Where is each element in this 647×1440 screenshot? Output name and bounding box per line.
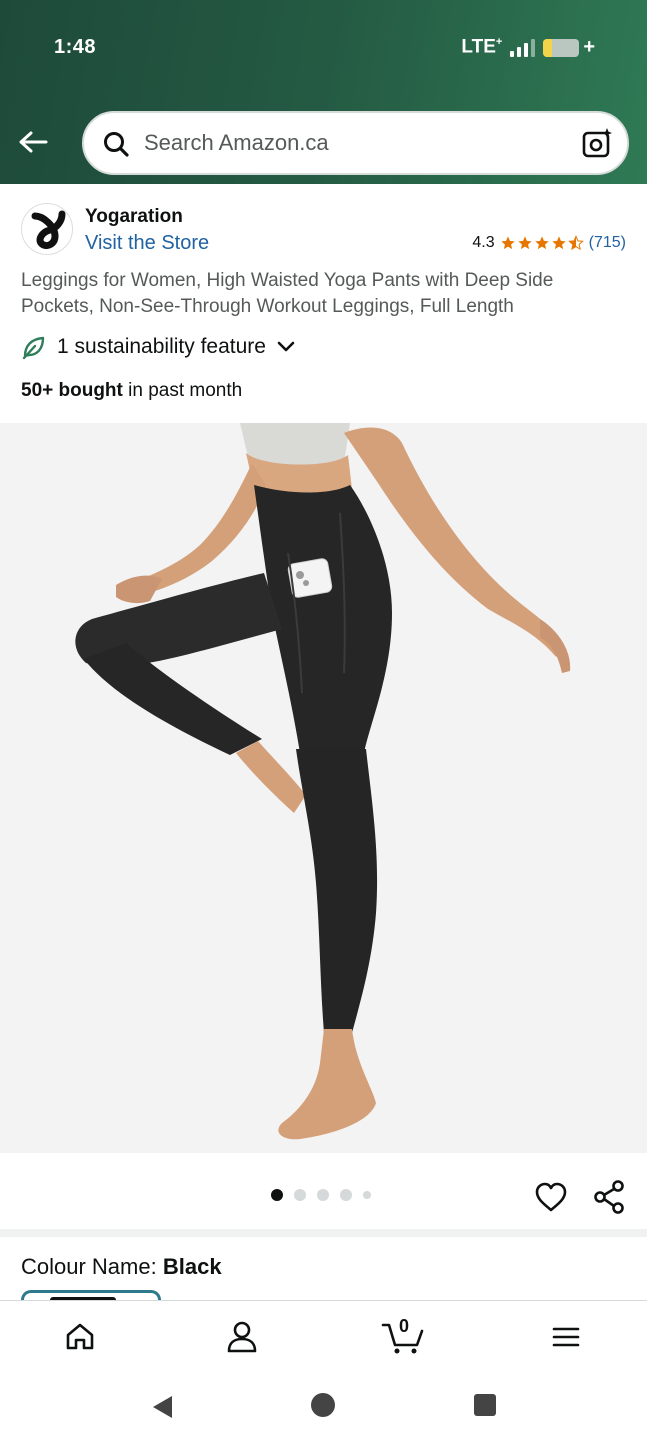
share-icon[interactable]: [592, 1179, 626, 1215]
system-back-icon[interactable]: [150, 1394, 174, 1420]
brand-row: Yogaration Visit the Store 4.3 (715): [0, 184, 647, 264]
system-home-icon[interactable]: [311, 1393, 335, 1417]
gallery-dot[interactable]: [340, 1189, 352, 1201]
rating-count: (715): [588, 234, 626, 251]
star-icon: [500, 236, 515, 250]
person-icon: [227, 1321, 257, 1353]
rating-summary[interactable]: 4.3 (715): [472, 234, 626, 252]
home-icon: [66, 1323, 94, 1350]
sustainability-toggle[interactable]: 1 sustainability feature: [21, 334, 296, 360]
leaf-icon: [22, 336, 45, 360]
section-divider: [0, 1229, 647, 1237]
search-bar[interactable]: [82, 111, 629, 175]
status-bar: 1:48 LTE+ +: [0, 0, 647, 96]
colour-selector-label: Colour Name: Black: [21, 1254, 222, 1279]
star-rating: [500, 235, 584, 251]
bottom-navigation: [0, 1300, 647, 1372]
nav-menu[interactable]: [548, 1319, 584, 1355]
half-star-icon: [567, 235, 584, 251]
product-title: Leggings for Women, High Waisted Yoga Pa…: [21, 270, 554, 317]
rating-value: 4.3: [472, 234, 495, 251]
app-header: 1:48 LTE+ +: [0, 0, 647, 184]
battery-icon: [543, 38, 580, 57]
heart-icon[interactable]: [534, 1181, 568, 1215]
system-navigation-bar: [0, 1372, 647, 1440]
status-time: 1:48: [54, 36, 97, 58]
charging-indicator: +: [583, 36, 595, 58]
visit-store-link[interactable]: Visit the Store: [85, 232, 209, 255]
status-indicators: LTE+ +: [461, 36, 595, 59]
nav-home[interactable]: [62, 1319, 98, 1355]
search-icon[interactable]: [102, 130, 130, 158]
cart-count: 0: [399, 1316, 410, 1336]
sustainability-label: 1 sustainability feature: [57, 335, 266, 358]
chevron-down-icon: [277, 341, 295, 352]
gallery-dot[interactable]: [317, 1189, 329, 1201]
search-input[interactable]: [144, 113, 564, 173]
network-indicator: LTE+: [461, 36, 503, 58]
brand-logo[interactable]: [21, 203, 73, 255]
image-gallery-controls: [0, 1153, 647, 1229]
gallery-dot[interactable]: [363, 1191, 371, 1199]
star-icon: [551, 236, 566, 250]
gallery-dot[interactable]: [294, 1189, 306, 1201]
purchase-count: 50+ bought in past month: [21, 380, 243, 401]
brand-name: Yogaration: [85, 206, 183, 227]
camera-lens-icon[interactable]: [581, 127, 613, 159]
gallery-dot[interactable]: [271, 1189, 283, 1201]
gallery-pagination[interactable]: [271, 1189, 371, 1201]
system-recents-icon[interactable]: [474, 1394, 496, 1416]
arrow-left-icon: [19, 131, 48, 153]
star-icon: [517, 236, 532, 250]
hamburger-menu-icon: [552, 1327, 580, 1347]
product-image[interactable]: [0, 423, 647, 1153]
back-button[interactable]: [14, 124, 52, 160]
nav-account[interactable]: [224, 1319, 260, 1355]
star-icon: [534, 236, 549, 250]
signal-icon: [510, 38, 536, 57]
